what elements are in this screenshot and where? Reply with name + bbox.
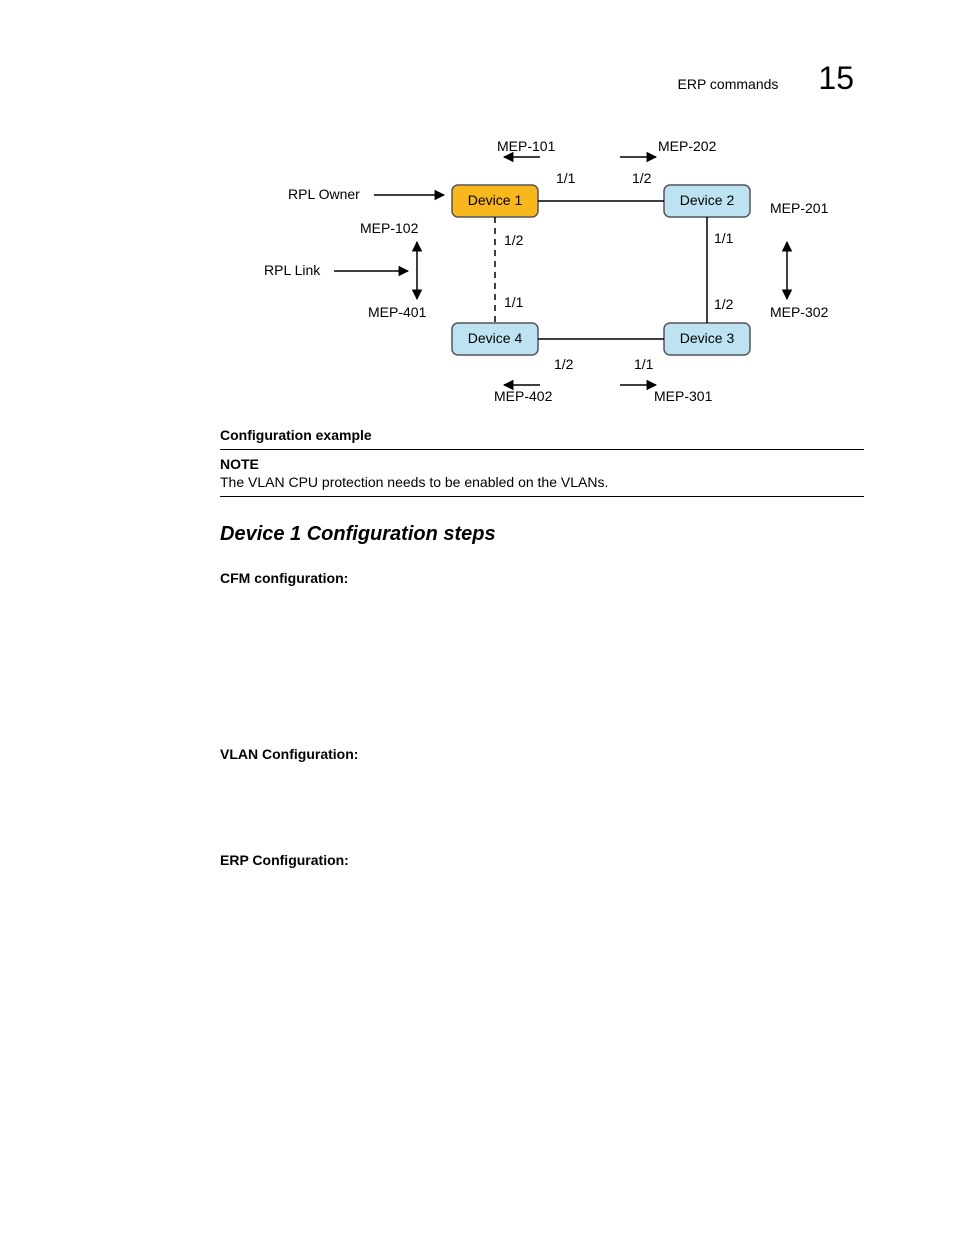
port-d2-left: 1/2: [632, 170, 652, 186]
device-2-box: Device 2: [664, 185, 750, 217]
port-d3-left: 1/1: [634, 356, 654, 372]
mep-102-label: MEP-102: [360, 220, 419, 236]
port-d4-right: 1/2: [554, 356, 574, 372]
cfm-subhead: CFM configuration:: [220, 570, 864, 586]
mep-401-label: MEP-401: [368, 304, 427, 320]
note-text: The VLAN CPU protection needs to be enab…: [220, 474, 864, 490]
mep-202-label: MEP-202: [658, 138, 717, 154]
mep-101-label: MEP-101: [497, 138, 556, 154]
port-d1-bottom: 1/2: [504, 232, 524, 248]
mep-302-label: MEP-302: [770, 304, 829, 320]
device-4-box: Device 4: [452, 323, 538, 355]
mep-201-label: MEP-201: [770, 200, 829, 216]
device-1-box: Device 1: [452, 185, 538, 217]
port-d4-top: 1/1: [504, 294, 524, 310]
device-4-label: Device 4: [468, 330, 523, 346]
mep-301-label: MEP-301: [654, 388, 713, 404]
erp-subhead: ERP Configuration:: [220, 852, 864, 868]
vlan-subhead: VLAN Configuration:: [220, 746, 864, 762]
header-label: ERP commands: [678, 76, 779, 92]
page-header: ERP commands 15: [220, 60, 864, 97]
mep-402-label: MEP-402: [494, 388, 553, 404]
header-number: 15: [818, 60, 854, 97]
port-d3-top: 1/2: [714, 296, 734, 312]
figure-caption: Configuration example: [220, 427, 864, 443]
rpl-owner-label: RPL Owner: [288, 186, 360, 202]
rpl-link-label: RPL Link: [264, 262, 321, 278]
device-1-label: Device 1: [468, 192, 523, 208]
device-3-label: Device 3: [680, 330, 735, 346]
note-label: NOTE: [220, 456, 864, 472]
section-title: Device 1 Configuration steps: [220, 523, 864, 546]
note-rule-top: [220, 449, 864, 450]
port-d2-bottom: 1/1: [714, 230, 734, 246]
page: ERP commands 15 Device 1 Device 2 Device…: [0, 0, 954, 928]
note-rule-bottom: [220, 496, 864, 497]
device-3-box: Device 3: [664, 323, 750, 355]
device-2-label: Device 2: [680, 192, 735, 208]
topology-diagram: Device 1 Device 2 Device 3 Device 4 1/1 …: [220, 137, 864, 407]
port-d1-right: 1/1: [556, 170, 576, 186]
